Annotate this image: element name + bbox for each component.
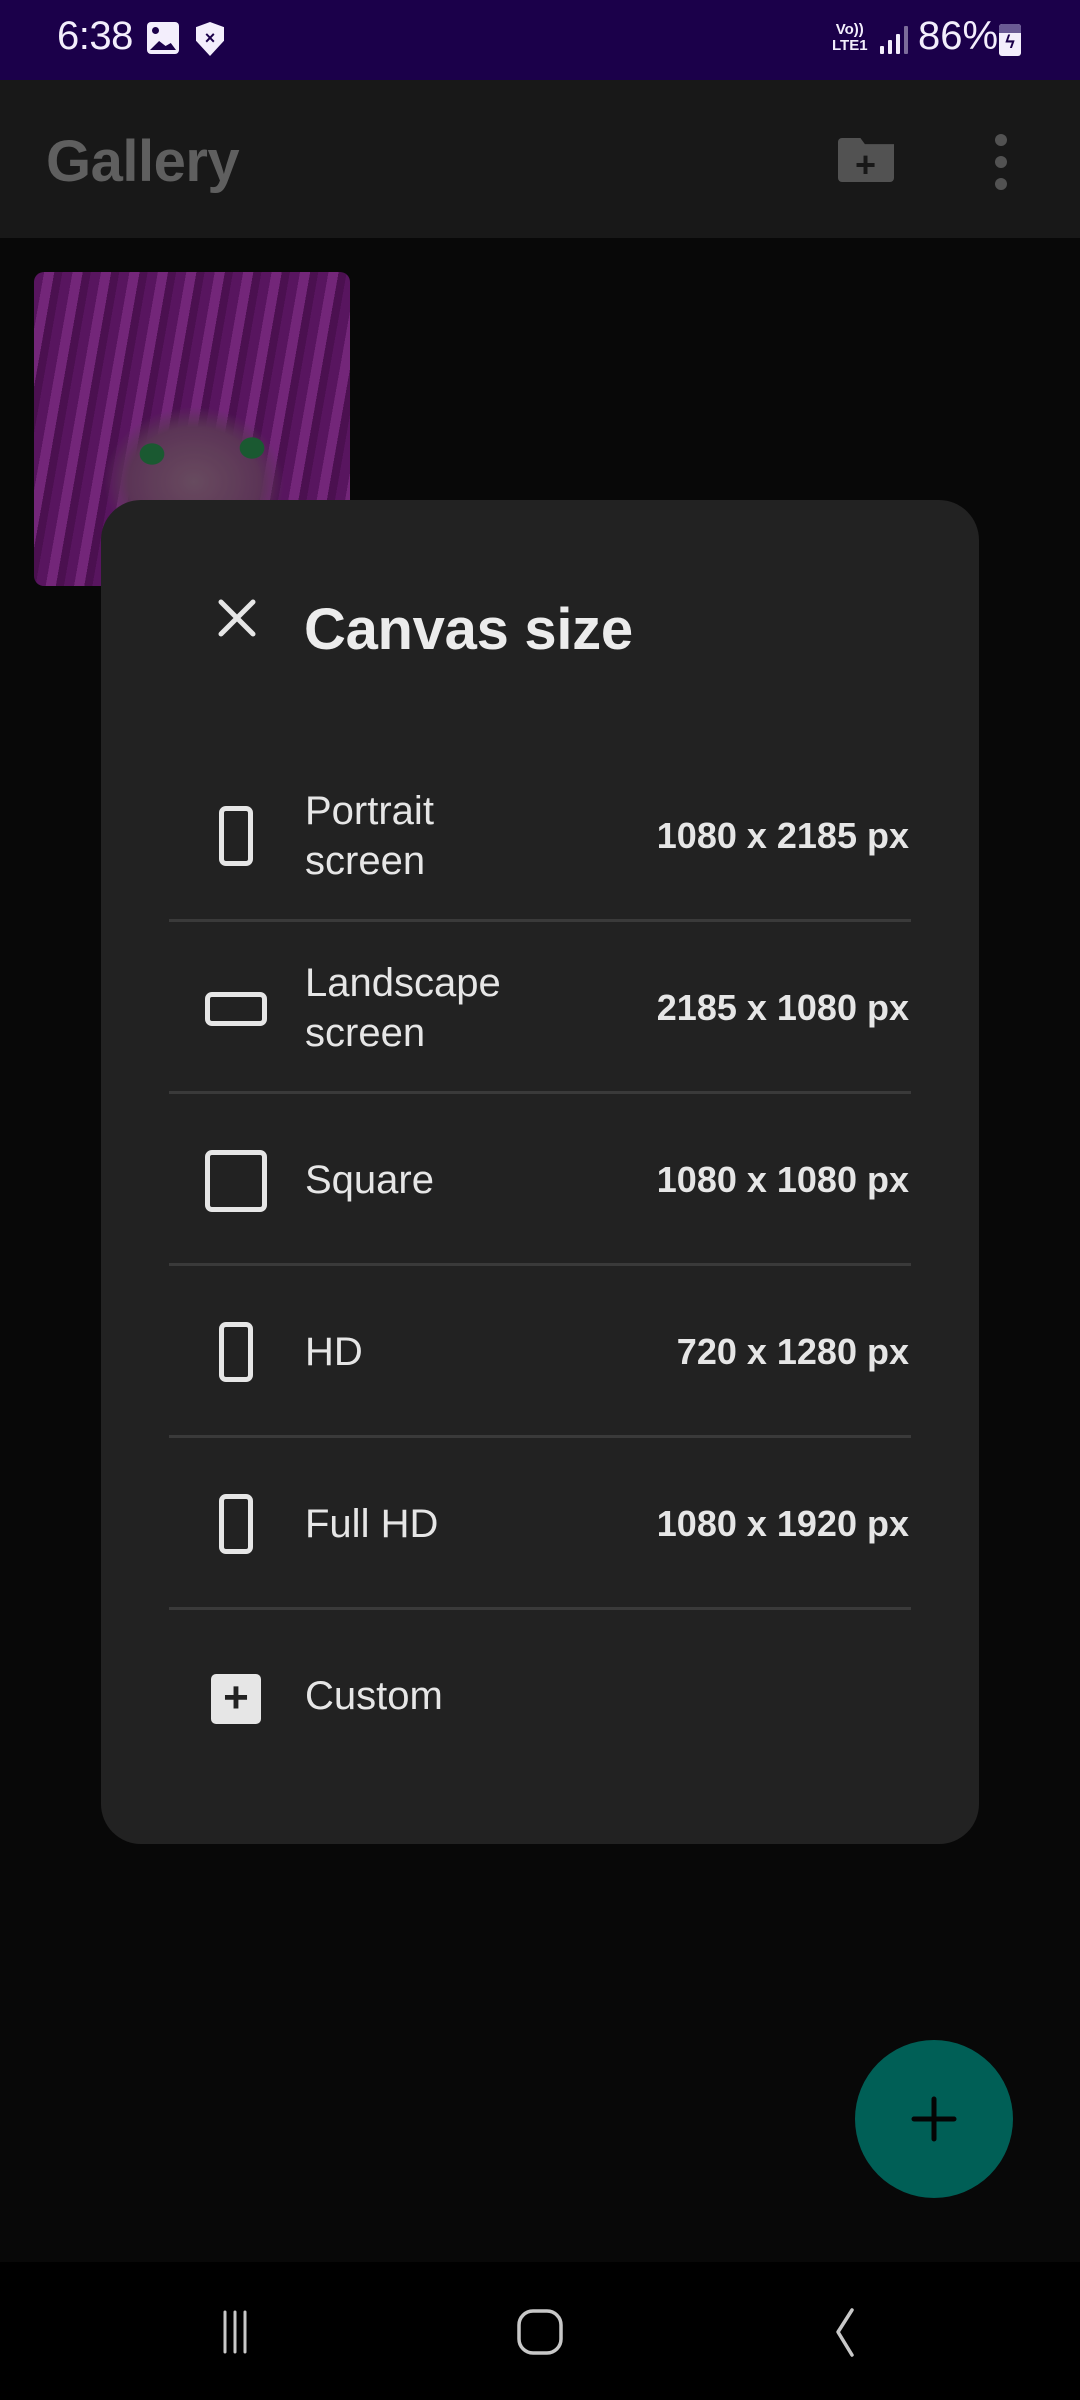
option-landscape-screen[interactable]: Landscape screen 2185 x 1080 px: [169, 922, 911, 1094]
close-button[interactable]: [201, 582, 273, 654]
option-size: 1080 x 2185 px: [656, 815, 909, 856]
option-label: Full HD: [305, 1502, 439, 1546]
option-label: Square: [305, 1158, 434, 1202]
lte-label: LTE1: [832, 37, 868, 54]
portrait-rect-icon: [219, 1322, 253, 1382]
app-bar: Gallery +: [0, 80, 1080, 238]
landscape-rect-icon: [205, 992, 267, 1026]
add-fab-button[interactable]: [855, 2040, 1013, 2198]
option-size: 2185 x 1080 px: [656, 987, 909, 1028]
system-nav-bar: [0, 2262, 1080, 2400]
option-size: 1080 x 1080 px: [656, 1159, 909, 1200]
option-custom[interactable]: + Custom: [169, 1610, 911, 1782]
option-full-hd[interactable]: Full HD 1080 x 1920 px: [169, 1438, 911, 1610]
status-time: 6:38: [57, 14, 133, 58]
more-vert-icon: [995, 134, 1007, 146]
recents-icon: [223, 2310, 247, 2354]
volte-label: Vo)): [835, 21, 864, 38]
option-label: Portrait screen: [305, 789, 434, 883]
option-label: Custom: [305, 1674, 443, 1718]
portrait-rect-icon: [219, 1494, 253, 1554]
option-size: 720 x 1280 px: [676, 1331, 909, 1372]
option-portrait-screen[interactable]: Portrait screen 1080 x 2185 px: [169, 750, 911, 922]
volte-indicator: Vo)) LTE1: [832, 22, 868, 54]
option-label: Landscape screen: [305, 961, 501, 1055]
add-box-icon: +: [211, 1674, 261, 1724]
new-folder-button[interactable]: +: [830, 134, 894, 184]
home-button[interactable]: [480, 2292, 600, 2372]
battery-charging-icon: ϟ: [999, 24, 1021, 56]
app-title: Gallery: [46, 129, 240, 194]
signal-icon: [880, 26, 908, 54]
option-label: HD: [305, 1330, 363, 1374]
option-size: 1080 x 1920 px: [656, 1503, 909, 1544]
plus-icon: [911, 2096, 957, 2142]
back-icon: [836, 2308, 854, 2357]
close-icon: [218, 599, 256, 637]
square-icon: [205, 1150, 267, 1212]
overflow-menu-button[interactable]: [985, 134, 1017, 190]
home-icon: [517, 2309, 563, 2355]
back-button[interactable]: [780, 2292, 900, 2372]
canvas-size-dialog: Canvas size Portrait screen 1080 x 2185 p…: [101, 500, 979, 1844]
battery-percent: 86%: [918, 14, 999, 58]
folder-plus-glyph: +: [855, 144, 877, 185]
recents-button[interactable]: [175, 2292, 295, 2372]
status-bar: 6:38 × Vo)) LTE1 86% ϟ: [0, 0, 1080, 80]
gallery-notification-icon: [147, 22, 179, 54]
option-square[interactable]: Square 1080 x 1080 px: [169, 1094, 911, 1266]
shield-x-icon: ×: [196, 22, 224, 56]
option-hd[interactable]: HD 720 x 1280 px: [169, 1266, 911, 1438]
dialog-title: Canvas size: [304, 597, 633, 662]
portrait-rect-icon: [219, 806, 253, 866]
